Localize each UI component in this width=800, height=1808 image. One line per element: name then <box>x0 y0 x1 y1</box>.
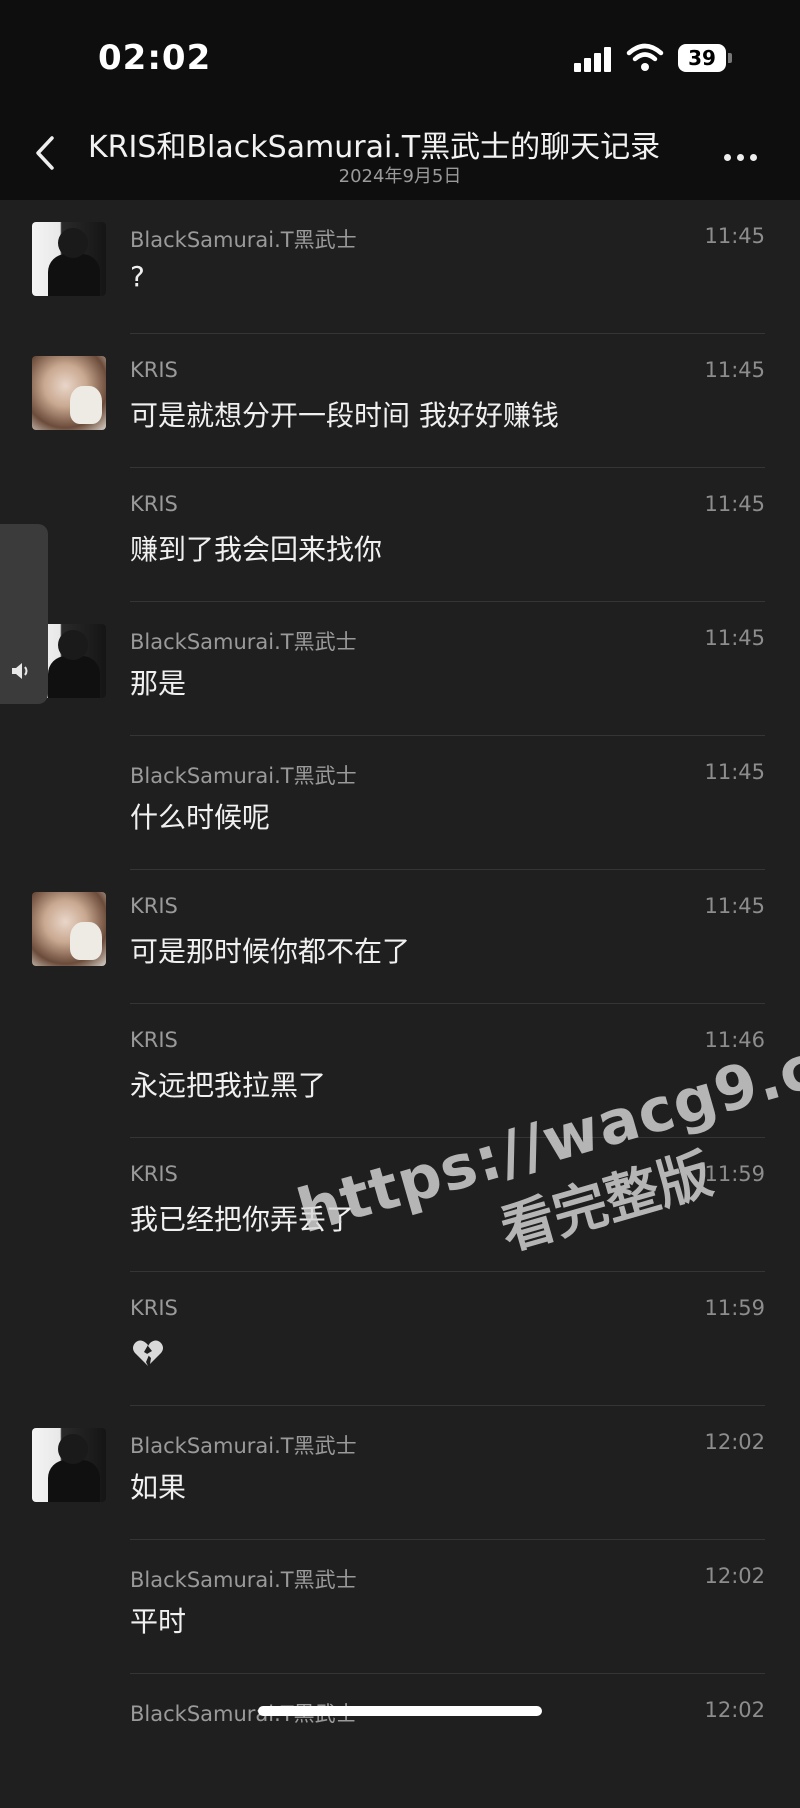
page-subtitle: 2024年9月5日 <box>338 166 462 187</box>
nav-bar: KRIS和BlackSamurai.T黑武士的聊天记录 2024年9月5日 <box>0 110 800 200</box>
list-item[interactable]: BlackSamurai.T黑武士 12:02 如果 <box>0 1406 800 1540</box>
list-item[interactable]: KRIS 11:59 <box>0 1272 800 1406</box>
sender-name: KRIS <box>130 1028 178 1052</box>
message-time: 11:59 <box>704 1162 765 1186</box>
wifi-icon <box>626 43 664 71</box>
message-text: 什么时候呢 <box>130 801 271 834</box>
sender-name: KRIS <box>130 492 178 516</box>
message-text: 我已经把你弄丢了 <box>130 1203 355 1236</box>
message-text: 可是就想分开一段时间 我好好赚钱 <box>130 399 559 432</box>
message-time: 11:45 <box>704 760 765 784</box>
avatar[interactable] <box>32 892 106 966</box>
sender-name: KRIS <box>130 1162 178 1186</box>
list-item[interactable]: BlackSamurai.T黑武士 11:45 什么时候呢 <box>0 736 800 870</box>
message-time: 12:02 <box>704 1564 765 1588</box>
battery-icon: 39 <box>678 44 726 72</box>
message-time: 12:02 <box>704 1698 765 1722</box>
avatar[interactable] <box>32 222 106 296</box>
message-time: 11:45 <box>704 492 765 516</box>
list-item[interactable]: KRIS 11:59 我已经把你弄丢了 <box>0 1138 800 1272</box>
message-text: 永远把我拉黑了 <box>130 1069 327 1102</box>
list-item[interactable]: KRIS 11:45 赚到了我会回来找你 <box>0 468 800 602</box>
message-text: 赚到了我会回来找你 <box>130 533 383 566</box>
list-item[interactable]: KRIS 11:45 可是就想分开一段时间 我好好赚钱 <box>0 334 800 468</box>
list-item[interactable]: BlackSamurai.T黑武士 11:45 那是 <box>0 602 800 736</box>
message-time: 11:45 <box>704 358 765 382</box>
more-icon[interactable] <box>724 146 764 161</box>
page-title: KRIS和BlackSamurai.T黑武士的聊天记录 <box>88 130 661 162</box>
list-item[interactable]: BlackSamurai.T黑武士 11:45 ? <box>0 200 800 334</box>
sender-name: KRIS <box>130 358 178 382</box>
status-bar: 02:02 39 <box>0 0 800 110</box>
battery-tip <box>728 53 732 63</box>
speaker-icon <box>12 663 28 679</box>
sender-name: BlackSamurai.T黑武士 <box>130 764 357 788</box>
message-time: 11:45 <box>704 626 765 650</box>
sender-name: KRIS <box>130 1296 178 1320</box>
broken-heart-icon <box>133 1340 163 1366</box>
avatar[interactable] <box>32 1428 106 1502</box>
message-time: 11:45 <box>704 894 765 918</box>
sender-name: BlackSamurai.T黑武士 <box>130 1434 357 1458</box>
message-time: 12:02 <box>704 1430 765 1454</box>
sender-name: KRIS <box>130 894 178 918</box>
avatar[interactable] <box>32 356 106 430</box>
list-item[interactable]: KRIS 11:45 可是那时候你都不在了 <box>0 870 800 1004</box>
message-time: 11:46 <box>704 1028 765 1052</box>
signal-icon <box>574 46 614 72</box>
message-text: 平时 <box>130 1605 187 1638</box>
sender-name: BlackSamurai.T黑武士 <box>130 228 357 252</box>
message-text: 那是 <box>130 667 187 700</box>
list-item[interactable]: KRIS 11:46 永远把我拉黑了 <box>0 1004 800 1138</box>
message-text: ? <box>130 260 145 293</box>
message-time: 11:59 <box>704 1296 765 1320</box>
status-time: 02:02 <box>98 38 212 78</box>
chat-record-list[interactable]: BlackSamurai.T黑武士 11:45 ? KRIS 11:45 可是就… <box>0 200 800 1736</box>
home-indicator[interactable] <box>258 1706 542 1716</box>
list-item[interactable]: BlackSamurai.T黑武士 12:02 平时 <box>0 1540 800 1674</box>
message-text: 可是那时候你都不在了 <box>130 935 411 968</box>
sender-name: BlackSamurai.T黑武士 <box>130 630 357 654</box>
list-item[interactable]: BlackSamurai.T黑武士 12:02 <box>0 1674 800 1808</box>
message-text: 如果 <box>130 1471 187 1504</box>
sender-name: BlackSamurai.T黑武士 <box>130 1568 357 1592</box>
message-time: 11:45 <box>704 224 765 248</box>
